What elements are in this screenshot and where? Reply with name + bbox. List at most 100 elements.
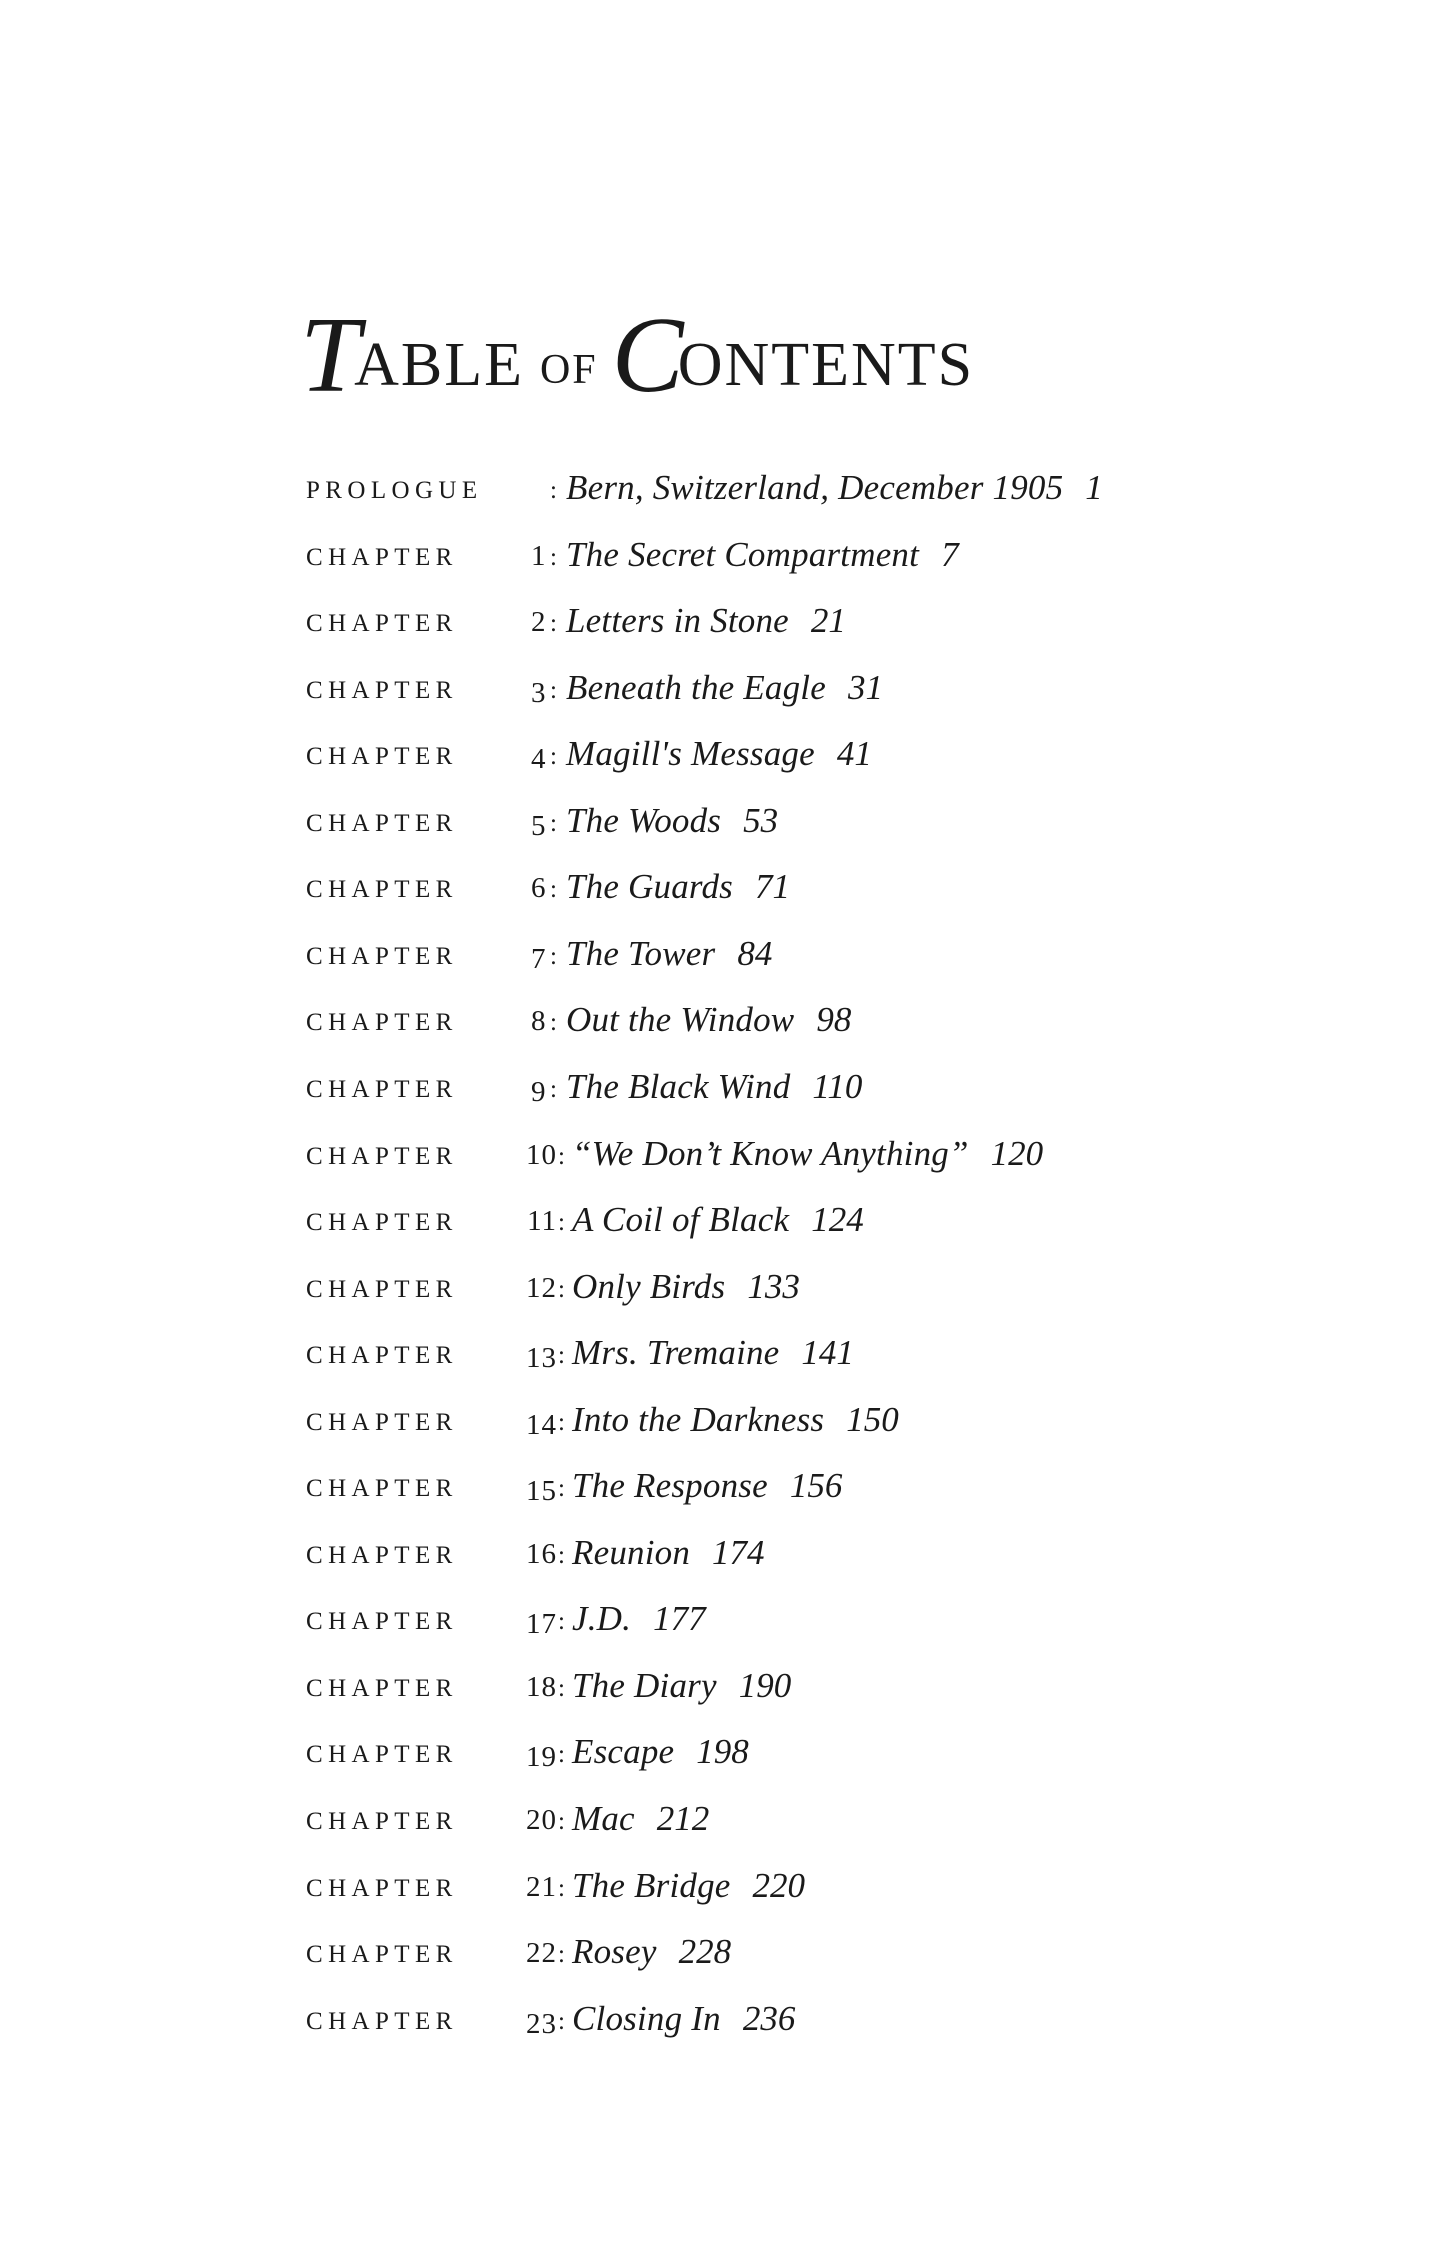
entry-page-number[interactable]: 21: [789, 598, 846, 644]
entry-page-number[interactable]: 198: [674, 1729, 749, 1775]
entry-title[interactable]: Reunion: [572, 1530, 690, 1576]
entry-title[interactable]: The Secret Compartment: [566, 532, 919, 578]
entry-label: CHAPTER: [306, 1209, 458, 1237]
entry-label: CHAPTER: [306, 1541, 458, 1569]
toc-entry-row[interactable]: PROLOGUE: Bern, Switzerland, December 190…: [305, 464, 1103, 510]
entry-page-number[interactable]: 71: [733, 864, 790, 910]
entry-title[interactable]: J.D.: [572, 1596, 631, 1642]
entry-page-number[interactable]: 53: [721, 798, 778, 844]
entry-label: CHAPTER: [306, 1408, 458, 1436]
entry-title[interactable]: Magill's Message: [566, 731, 815, 777]
toc-entry-row[interactable]: CHAPTER 11: A Coil of Black 124: [305, 1196, 864, 1242]
toc-entry-row[interactable]: CHAPTER 1: The Secret Compartment 7: [305, 531, 959, 577]
toc-entry-row[interactable]: CHAPTER 14: Into the Darkness 150: [305, 1396, 899, 1442]
entry-title[interactable]: Beneath the Eagle: [566, 665, 826, 711]
entry-page-number[interactable]: 133: [725, 1264, 800, 1310]
toc-entry-row[interactable]: CHAPTER 13: Mrs. Tremaine 141: [305, 1329, 854, 1375]
entry-number: 8: [531, 1005, 547, 1038]
entry-page-number[interactable]: 150: [824, 1397, 899, 1443]
entry-page-number[interactable]: 31: [826, 665, 883, 711]
toc-entry-row[interactable]: CHAPTER 21: The Bridge 220: [305, 1862, 805, 1908]
entry-page-number[interactable]: 141: [779, 1330, 854, 1376]
entry-page-number[interactable]: 236: [721, 1996, 796, 2042]
entry-colon: :: [558, 1941, 565, 1969]
entry-title[interactable]: Rosey: [572, 1929, 657, 1975]
toc-entry-row[interactable]: CHAPTER 10: “We Don’t Know Anything” 120: [305, 1130, 1043, 1176]
toc-entry-row[interactable]: CHAPTER 4: Magill's Message 41: [305, 730, 872, 776]
entry-number: 10: [526, 1138, 557, 1171]
entry-page-number[interactable]: 120: [969, 1131, 1044, 1177]
entry-number: 2: [531, 606, 547, 639]
entry-number: 13: [526, 1342, 557, 1375]
entry-label: CHAPTER: [306, 1674, 458, 1702]
entry-colon: :: [550, 809, 557, 837]
entry-title[interactable]: A Coil of Black: [572, 1197, 789, 1243]
entry-title[interactable]: Bern, Switzerland, December 1905: [566, 465, 1063, 511]
entry-title[interactable]: Escape: [572, 1729, 674, 1775]
title-word-contents: CONTENTS: [612, 296, 975, 410]
entry-number: 12: [526, 1271, 557, 1304]
entry-label: CHAPTER: [306, 1142, 458, 1170]
entry-colon: :: [558, 1541, 565, 1569]
entry-label: CHAPTER: [306, 1075, 458, 1103]
entry-number: 11: [527, 1205, 557, 1238]
entry-colon: :: [558, 1342, 565, 1370]
entry-colon: :: [558, 1475, 565, 1503]
entry-number: 22: [526, 1937, 557, 1970]
title-swash-c: C: [611, 296, 684, 415]
entry-title[interactable]: Mac: [572, 1796, 635, 1842]
toc-entry-row[interactable]: CHAPTER 22: Rosey 228: [305, 1928, 731, 1974]
entry-page-number[interactable]: 212: [635, 1796, 710, 1842]
toc-entry-row[interactable]: CHAPTER 16: Reunion 174: [305, 1529, 765, 1575]
entry-title[interactable]: The Response: [572, 1463, 768, 1509]
entry-title[interactable]: “We Don’t Know Anything”: [572, 1131, 969, 1177]
entry-title[interactable]: Mrs. Tremaine: [572, 1330, 779, 1376]
entry-label: CHAPTER: [306, 1009, 458, 1037]
entry-page-number[interactable]: 228: [657, 1929, 732, 1975]
entry-title[interactable]: The Black Wind: [566, 1064, 790, 1110]
entry-title[interactable]: Into the Darkness: [572, 1397, 824, 1443]
toc-entry-row[interactable]: CHAPTER 17: J.D. 177: [305, 1595, 706, 1641]
entry-title[interactable]: The Guards: [566, 864, 733, 910]
toc-entry-row[interactable]: CHAPTER 12: Only Birds 133: [305, 1263, 800, 1309]
toc-entry-row[interactable]: CHAPTER 9: The Black Wind 110: [305, 1063, 862, 1109]
entry-page-number[interactable]: 84: [715, 931, 772, 977]
entry-page-number[interactable]: 177: [631, 1596, 706, 1642]
toc-entry-row[interactable]: CHAPTER 23: Closing In 236: [305, 1995, 795, 2041]
title-rest-ontents: ONTENTS: [677, 331, 975, 399]
toc-entry-row[interactable]: CHAPTER 18: The Diary 190: [305, 1662, 791, 1708]
entry-page-number[interactable]: 220: [731, 1863, 806, 1909]
toc-entry-row[interactable]: CHAPTER 19: Escape 198: [305, 1728, 749, 1774]
entry-title[interactable]: The Tower: [566, 931, 715, 977]
entry-page-number[interactable]: 156: [768, 1463, 843, 1509]
entry-page-number[interactable]: 110: [790, 1064, 862, 1110]
toc-entry-row[interactable]: CHAPTER 15: The Response 156: [305, 1462, 842, 1508]
entry-title[interactable]: The Diary: [572, 1663, 717, 1709]
entry-page-number[interactable]: 98: [794, 997, 851, 1043]
toc-entry-row[interactable]: CHAPTER 8: Out the Window 98: [305, 996, 851, 1042]
entry-page-number[interactable]: 1: [1063, 465, 1103, 511]
toc-entry-row[interactable]: CHAPTER 7: The Tower 84: [305, 930, 772, 976]
entry-title[interactable]: Letters in Stone: [566, 598, 789, 644]
entry-title[interactable]: Only Birds: [572, 1264, 725, 1310]
entry-title[interactable]: Closing In: [572, 1996, 721, 2042]
entry-page-number[interactable]: 41: [815, 731, 872, 777]
toc-entry-row[interactable]: CHAPTER 5: The Woods 53: [305, 797, 778, 843]
entry-page-number[interactable]: 124: [789, 1197, 864, 1243]
entry-number: 3: [531, 676, 547, 709]
entry-label: CHAPTER: [306, 1475, 458, 1503]
entry-title[interactable]: The Bridge: [572, 1863, 731, 1909]
entry-number: 19: [526, 1741, 557, 1774]
toc-entry-row[interactable]: CHAPTER 3: Beneath the Eagle 31: [305, 664, 883, 710]
entry-title[interactable]: Out the Window: [566, 997, 794, 1043]
entry-page-number[interactable]: 190: [717, 1663, 792, 1709]
entry-page-number[interactable]: 174: [690, 1530, 765, 1576]
entry-label: CHAPTER: [306, 1275, 458, 1303]
toc-entry-row[interactable]: CHAPTER 6: The Guards 71: [305, 863, 790, 909]
toc-entry-row[interactable]: CHAPTER 2: Letters in Stone 21: [305, 597, 846, 643]
entry-number: 16: [526, 1537, 557, 1570]
entry-title[interactable]: The Woods: [566, 798, 721, 844]
entry-colon: :: [558, 1142, 565, 1170]
entry-page-number[interactable]: 7: [919, 532, 959, 578]
toc-entry-row[interactable]: CHAPTER 20: Mac 212: [305, 1795, 709, 1841]
